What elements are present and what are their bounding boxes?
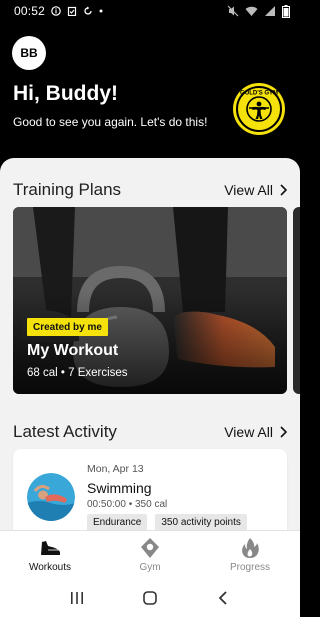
chevron-right-icon (280, 184, 287, 196)
swimming-photo (27, 473, 75, 521)
training-plans-view-all-button[interactable]: View All (224, 182, 287, 198)
logo-text: GOLD'S GYM (240, 91, 278, 97)
bottom-nav: Workouts Gym Progress (0, 530, 300, 578)
activity-card[interactable]: Mon, Apr 13 Swimming 00:50:00 • 350 cal … (13, 449, 287, 530)
greeting-subtitle: Good to see you again. Let's do this! (13, 115, 208, 129)
sync-icon (84, 6, 92, 15)
section-title-latest-activity: Latest Activity (13, 422, 117, 441)
signal-icon (265, 6, 275, 16)
activity-name: Swimming (87, 480, 152, 496)
chevron-right-icon (280, 426, 287, 438)
location-pin-icon (141, 538, 159, 558)
status-time: 00:52 (14, 4, 46, 18)
golds-gym-logo: GOLD'S GYM (233, 83, 285, 135)
system-nav-bar (0, 578, 300, 617)
latest-activity-header: Latest Activity View All (13, 422, 287, 442)
greeting-title: Hi, Buddy! (13, 82, 118, 105)
section-title-training-plans: Training Plans (13, 180, 122, 199)
status-bar: 00:52 (0, 0, 300, 22)
latest-activity-view-all-button[interactable]: View All (224, 424, 287, 440)
plan-meta: 68 cal • 7 Exercises (27, 367, 128, 379)
nav-label: Workouts (28, 562, 72, 573)
info-icon (51, 6, 61, 16)
dot-icon (99, 9, 103, 13)
training-plans-header: Training Plans View All (13, 180, 287, 200)
view-all-label: View All (224, 182, 273, 198)
activity-tag: 350 activity points (155, 514, 247, 530)
shoe-icon (41, 541, 60, 555)
flame-icon (242, 538, 259, 558)
activity-tags: Endurance 350 activity points (87, 514, 247, 530)
nav-label: Gym (139, 562, 161, 573)
training-plan-card[interactable]: Created by me My Workout 68 cal • 7 Exer… (13, 207, 287, 394)
activity-tag: Endurance (87, 514, 148, 530)
nav-item-gym[interactable]: Gym (100, 531, 200, 578)
wifi-icon (245, 6, 258, 16)
main-content: Training Plans View All Created by me My… (0, 158, 300, 530)
battery-icon (282, 4, 290, 18)
recents-button[interactable] (67, 588, 87, 608)
activity-meta: 00:50:00 • 350 cal (87, 499, 168, 510)
clipboard-icon (67, 6, 77, 16)
view-all-label: View All (224, 424, 273, 440)
workout-photo (13, 207, 287, 394)
mute-icon (227, 5, 239, 17)
back-button[interactable] (213, 588, 233, 608)
next-plan-card-peek[interactable] (293, 207, 300, 394)
avatar[interactable]: BB (12, 36, 46, 70)
home-icon (143, 590, 157, 605)
back-icon (219, 590, 227, 605)
recents-icon (70, 591, 83, 604)
plan-title: My Workout (27, 342, 119, 359)
header: BB Hi, Buddy! Good to see you again. Let… (0, 22, 300, 160)
home-button[interactable] (140, 588, 160, 608)
nav-item-progress[interactable]: Progress (200, 531, 300, 578)
nav-label: Progress (229, 562, 270, 573)
nav-item-workouts[interactable]: Workouts (0, 531, 100, 578)
activity-date: Mon, Apr 13 (87, 463, 144, 475)
created-by-me-badge: Created by me (27, 318, 108, 336)
